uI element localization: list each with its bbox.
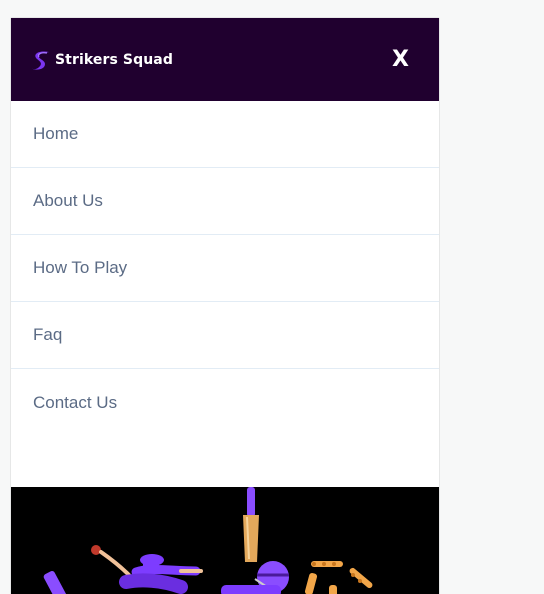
cricket-players-illustration — [43, 487, 373, 594]
hero-banner — [11, 487, 439, 594]
menu-item-contact-us[interactable]: Contact Us — [11, 369, 439, 486]
brand-name: Strikers Squad — [55, 51, 173, 68]
menu-item-how-to-play[interactable]: How To Play — [11, 235, 439, 302]
nav-menu: Home About Us How To Play Faq Contact Us — [11, 101, 439, 486]
menu-item-about-us[interactable]: About Us — [11, 168, 439, 235]
mobile-nav-panel: Strikers Squad X Home About Us How To Pl… — [11, 18, 439, 594]
menu-item-faq[interactable]: Faq — [11, 302, 439, 369]
nav-header: Strikers Squad X — [11, 18, 439, 101]
menu-item-home[interactable]: Home — [11, 101, 439, 168]
close-menu-button[interactable]: X — [392, 48, 409, 71]
brand-logo[interactable]: Strikers Squad — [29, 48, 173, 72]
logo-s-icon — [31, 50, 49, 70]
